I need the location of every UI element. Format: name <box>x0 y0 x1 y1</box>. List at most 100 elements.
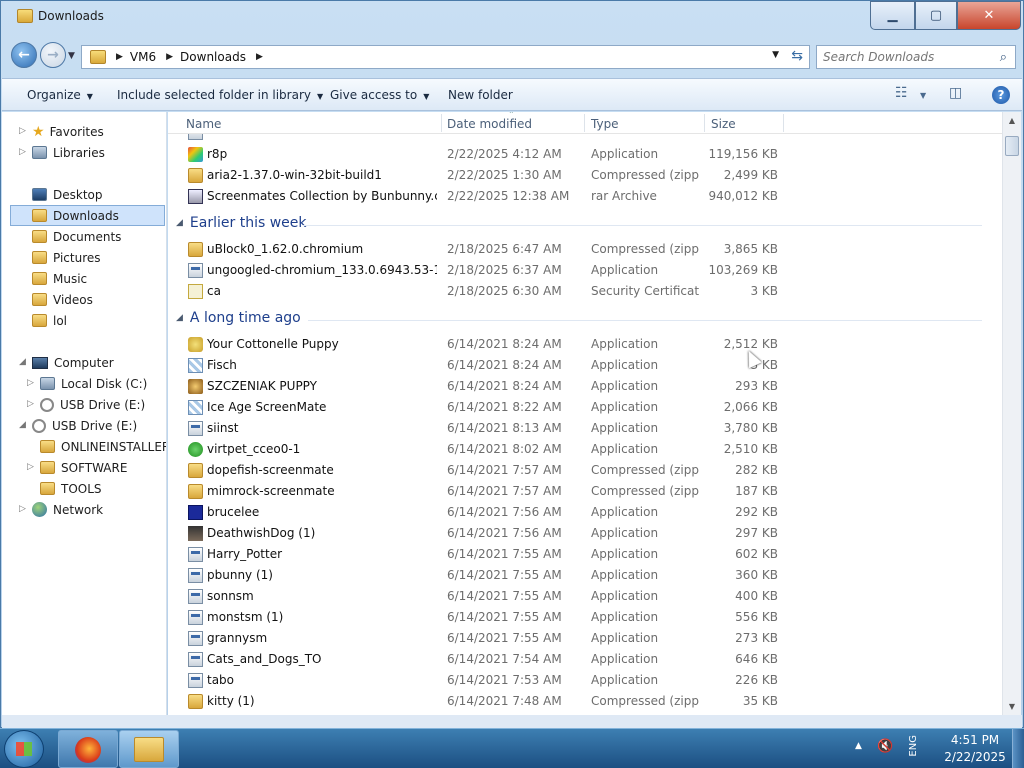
sidebar-item-lol[interactable]: lol <box>32 310 67 331</box>
clock-time[interactable]: 4:51 PM <box>940 733 1010 747</box>
file-row[interactable]: pbunny (1) 6/14/2021 7:55 AM Application… <box>168 565 788 586</box>
view-dropdown-icon[interactable]: ▼ <box>920 91 926 100</box>
file-row[interactable]: siinst 6/14/2021 8:13 AM Application 3,7… <box>168 418 788 439</box>
show-hidden-icons-icon[interactable]: ▲ <box>855 741 862 751</box>
expand-icon[interactable]: ▷ <box>19 504 26 514</box>
column-divider[interactable] <box>704 114 705 132</box>
scroll-down-icon[interactable]: ▼ <box>1003 698 1021 715</box>
sidebar-item-pictures[interactable]: Pictures <box>32 247 101 268</box>
group-header-earlier-this-week[interactable]: ◢ Earlier this week <box>176 215 306 231</box>
help-icon[interactable]: ? <box>992 86 1010 104</box>
group-header-a-long-time-ago[interactable]: ◢ A long time ago <box>176 310 301 326</box>
scroll-up-icon[interactable]: ▲ <box>1003 112 1021 129</box>
column-type[interactable]: Type <box>591 117 619 131</box>
title-bar[interactable]: Downloads ▁ ▢ ✕ <box>1 1 1023 33</box>
share-button[interactable]: Give access to ▼ <box>330 88 429 102</box>
new-folder-button[interactable]: New folder <box>448 88 513 102</box>
back-button[interactable]: ← <box>11 42 37 68</box>
file-row[interactable]: ca 2/18/2025 6:30 AM Security Certificat… <box>168 281 788 302</box>
sidebar-item-computer[interactable]: Computer <box>32 352 114 373</box>
sidebar-item-downloads[interactable]: Downloads <box>10 205 165 226</box>
column-divider[interactable] <box>441 114 442 132</box>
include-library-button[interactable]: Include selected folder in library ▼ <box>117 88 323 102</box>
chevron-right-icon[interactable]: ▶ <box>166 52 173 62</box>
file-row[interactable]: brucelee 6/14/2021 7:56 AM Application 2… <box>168 502 788 523</box>
search-icon[interactable]: ⌕ <box>1000 50 1007 65</box>
file-row[interactable]: grannysm 6/14/2021 7:55 AM Application 2… <box>168 628 788 649</box>
address-bar[interactable]: ▶ VM6 ▶ Downloads ▶ ▼ ⇆ <box>81 45 810 69</box>
breadcrumb-downloads[interactable]: Downloads <box>180 50 246 64</box>
expand-icon[interactable]: ▷ <box>27 399 34 409</box>
file-row[interactable]: monstsm (1) 6/14/2021 7:55 AM Applicatio… <box>168 607 788 628</box>
column-size[interactable]: Size <box>711 117 736 131</box>
show-desktop-button[interactable] <box>1012 729 1024 768</box>
sidebar-item-tools[interactable]: TOOLS <box>40 478 102 499</box>
maximize-button[interactable]: ▢ <box>915 1 957 30</box>
file-row[interactable]: tabo 6/14/2021 7:53 AM Application 226 K… <box>168 670 788 691</box>
expand-icon[interactable]: ▷ <box>19 147 26 157</box>
sidebar-item-libraries[interactable]: Libraries <box>32 142 105 163</box>
taskbar-firefox[interactable] <box>58 730 118 768</box>
sidebar-item-software[interactable]: SOFTWARE <box>40 457 127 478</box>
file-row[interactable]: Screenmates Collection by Bunbunny.com 2… <box>168 186 788 207</box>
volume-muted-icon[interactable]: 🔇 <box>877 739 893 754</box>
preview-pane-icon[interactable]: ◫ <box>949 85 962 101</box>
start-button[interactable] <box>4 730 44 768</box>
file-row[interactable]: Your Cottonelle Puppy 6/14/2021 8:24 AM … <box>168 334 788 355</box>
chevron-right-icon[interactable]: ▶ <box>116 52 123 62</box>
close-button[interactable]: ✕ <box>957 1 1021 30</box>
sidebar-item-usb-drive[interactable]: USB Drive (E:) <box>40 394 145 415</box>
column-divider[interactable] <box>783 114 784 132</box>
collapse-icon[interactable]: ◢ <box>176 218 183 228</box>
sidebar-item-music[interactable]: Music <box>32 268 87 289</box>
search-box[interactable]: ⌕ <box>816 45 1016 69</box>
column-name[interactable]: Name <box>186 117 221 131</box>
file-row[interactable]: mimrock-screenmate 6/14/2021 7:57 AM Com… <box>168 481 788 502</box>
scrollbar-thumb[interactable] <box>1005 136 1019 156</box>
file-row[interactable]: SZCZENIAK PUPPY 6/14/2021 8:24 AM Applic… <box>168 376 788 397</box>
sidebar-item-documents[interactable]: Documents <box>32 226 121 247</box>
language-indicator[interactable]: ENG <box>908 735 919 757</box>
file-row[interactable]: uBlock0_1.62.0.chromium 2/18/2025 6:47 A… <box>168 239 788 260</box>
sidebar-item-favorites[interactable]: ★ Favorites <box>32 121 104 142</box>
file-row[interactable]: kitty (1) 6/14/2021 7:48 AM Compressed (… <box>168 691 788 712</box>
file-row[interactable]: Fisch 6/14/2021 8:24 AM Application 3 KB <box>168 355 788 376</box>
file-row[interactable]: Ice Age ScreenMate 6/14/2021 8:22 AM App… <box>168 397 788 418</box>
file-row[interactable]: DeathwishDog (1) 6/14/2021 7:56 AM Appli… <box>168 523 788 544</box>
vertical-scrollbar[interactable]: ▲ ▼ <box>1002 112 1021 715</box>
sidebar-item-network[interactable]: Network <box>32 499 103 520</box>
file-row[interactable]: sonnsm 6/14/2021 7:55 AM Application 400… <box>168 586 788 607</box>
collapse-icon[interactable]: ◢ <box>176 313 183 323</box>
file-row[interactable]: r8p 2/22/2025 4:12 AM Application 119,15… <box>168 144 788 165</box>
file-row[interactable]: dopefish-screenmate 6/14/2021 7:57 AM Co… <box>168 460 788 481</box>
recent-pages-dropdown[interactable]: ▼ <box>68 51 75 61</box>
view-options-icon[interactable]: ☷ <box>895 85 908 101</box>
file-row[interactable]: Cats_and_Dogs_TO 6/14/2021 7:54 AM Appli… <box>168 649 788 670</box>
sidebar-item-local-disk[interactable]: Local Disk (C:) <box>40 373 147 394</box>
sidebar-item-onlineinstallers[interactable]: ONLINEINSTALLERS <box>40 436 166 457</box>
clock-date[interactable]: 2/22/2025 <box>940 750 1010 764</box>
file-row[interactable]: virtpet_cceo0-1 6/14/2021 8:02 AM Applic… <box>168 439 788 460</box>
file-row[interactable]: aria2-1.37.0-win-32bit-build1 2/22/2025 … <box>168 165 788 186</box>
address-dropdown-icon[interactable]: ▼ <box>772 50 779 60</box>
sidebar-item-usb-drive-root[interactable]: USB Drive (E:) <box>32 415 137 436</box>
file-row[interactable]: Harry_Potter 6/14/2021 7:55 AM Applicati… <box>168 544 788 565</box>
forward-button[interactable]: → <box>40 42 66 68</box>
taskbar-explorer[interactable] <box>119 730 179 768</box>
sidebar-item-videos[interactable]: Videos <box>32 289 93 310</box>
collapse-icon[interactable]: ◢ <box>19 420 26 430</box>
refresh-icon[interactable]: ⇆ <box>791 48 803 64</box>
organize-button[interactable]: Organize ▼ <box>27 88 93 102</box>
expand-icon[interactable]: ▷ <box>27 462 34 472</box>
sidebar-item-desktop[interactable]: Desktop <box>32 184 103 205</box>
chevron-right-icon[interactable]: ▶ <box>256 52 263 62</box>
search-input[interactable] <box>823 50 993 64</box>
expand-icon[interactable]: ▷ <box>27 378 34 388</box>
column-date[interactable]: Date modified <box>447 117 532 131</box>
collapse-icon[interactable]: ◢ <box>19 357 26 367</box>
file-row[interactable]: ungoogled-chromium_133.0.6943.53-1.1... … <box>168 260 788 281</box>
minimize-button[interactable]: ▁ <box>870 1 915 30</box>
column-divider[interactable] <box>584 114 585 132</box>
breadcrumb-vm6[interactable]: VM6 <box>130 50 156 64</box>
expand-icon[interactable]: ▷ <box>19 126 26 136</box>
